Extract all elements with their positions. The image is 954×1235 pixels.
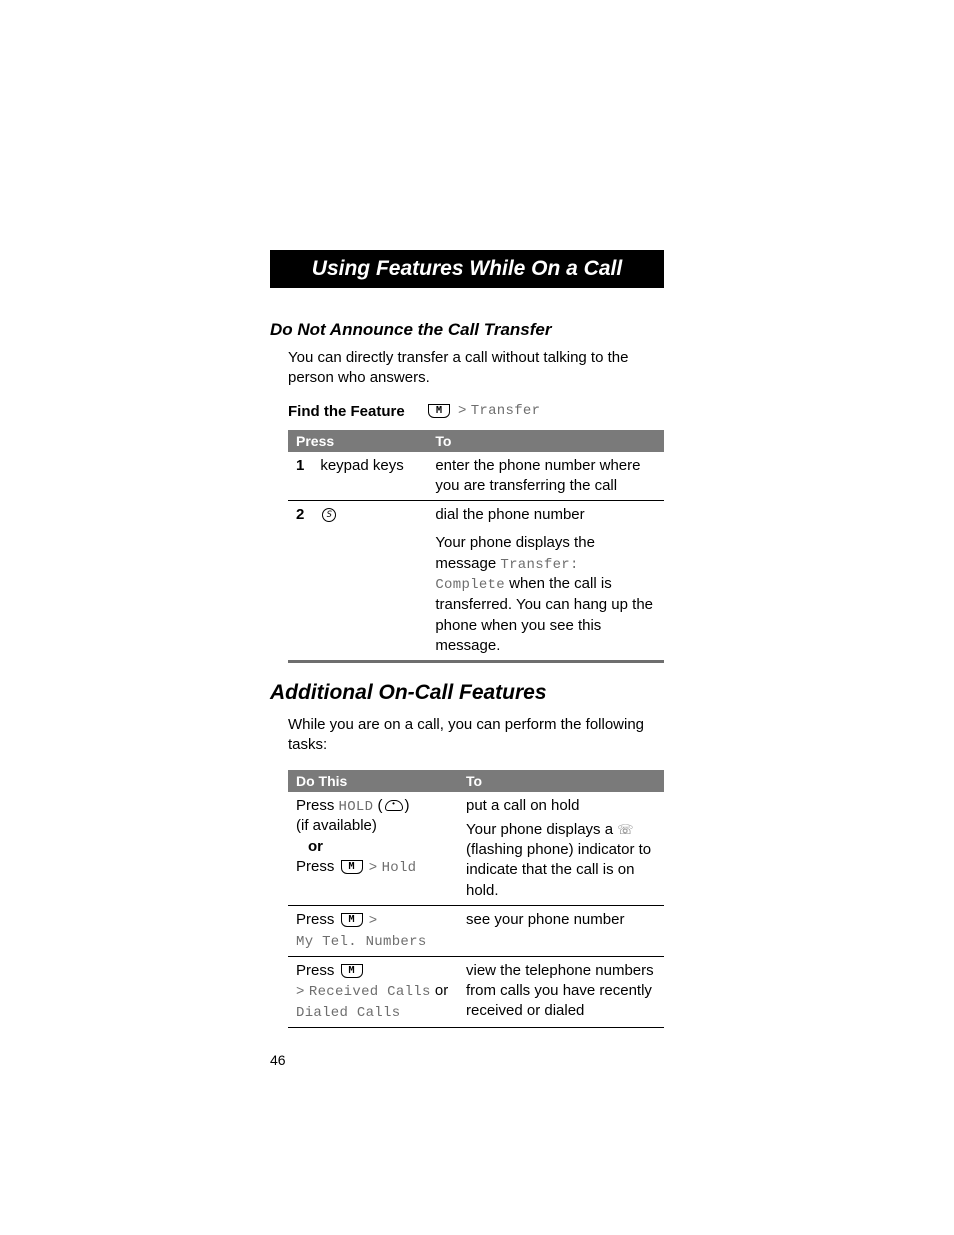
instruction-table-2: Do This To Press HOLD () (if available) … xyxy=(288,770,664,1028)
received-calls-label: Received Calls xyxy=(309,984,431,1000)
do-this-cell: Press HOLD () (if available) or Press M … xyxy=(288,792,458,906)
to-cell: see your phone number xyxy=(458,905,664,956)
menu-key-icon: M xyxy=(341,913,363,927)
step-number: 1 xyxy=(288,452,312,501)
to-cell: view the telephone numbers from calls yo… xyxy=(458,956,664,1027)
table-row: Press M > My Tel. Numbers see your phone… xyxy=(288,905,664,956)
or-inline-label: or xyxy=(431,982,449,999)
do-this-cell: Press M > My Tel. Numbers xyxy=(288,905,458,956)
or-label: or xyxy=(308,838,323,855)
my-tel-numbers-label: My Tel. Numbers xyxy=(296,934,427,950)
gt-symbol: > xyxy=(458,403,467,419)
flash-pre: Your phone displays a xyxy=(466,821,617,838)
col-header-to: To xyxy=(458,770,664,792)
gt-symbol: > xyxy=(369,860,378,876)
section-heading-additional: Additional On-Call Features xyxy=(270,681,664,705)
flash-post: (flashing phone) indicator to indicate t… xyxy=(466,841,651,899)
if-available-label: (if available) xyxy=(296,817,377,834)
col-header-to: To xyxy=(427,430,664,452)
page-title-bar: Using Features While On a Call xyxy=(270,250,664,288)
to-cell: enter the phone number where you are tra… xyxy=(427,452,664,501)
table-row: Your phone displays the message Transfer… xyxy=(288,529,664,661)
find-the-feature-row: Find the Feature M > Transfer xyxy=(288,403,664,420)
gt-symbol: > xyxy=(369,913,378,929)
hold-softkey-label: HOLD xyxy=(339,799,374,815)
feature-path-transfer: Transfer xyxy=(471,403,541,419)
page-number: 46 xyxy=(270,1052,664,1068)
table-row: Press HOLD () (if available) or Press M … xyxy=(288,792,664,906)
press-cell: S xyxy=(312,501,427,530)
do-this-cell: Press M > Received Calls or Dialed Calls xyxy=(288,956,458,1027)
put-on-hold-label: put a call on hold xyxy=(466,797,579,814)
press-label: Press xyxy=(296,962,339,979)
table-row: Press M > Received Calls or Dialed Calls… xyxy=(288,956,664,1027)
send-key-icon: S xyxy=(322,508,336,522)
press-label: Press xyxy=(296,797,339,814)
press-cell: keypad keys xyxy=(312,452,427,501)
to-cell-message: Your phone displays the message Transfer… xyxy=(427,529,664,661)
press-label: Press xyxy=(296,858,339,875)
intro-paragraph-1: You can directly transfer a call without… xyxy=(288,348,664,389)
instruction-table-1: Press To 1 keypad keys enter the phone n… xyxy=(288,430,664,664)
find-feature-label: Find the Feature xyxy=(288,403,426,420)
press-label: Press xyxy=(296,911,339,928)
table-row: 1 keypad keys enter the phone number whe… xyxy=(288,452,664,501)
menu-key-icon: M xyxy=(428,404,450,418)
soft-key-icon xyxy=(385,800,403,811)
menu-key-icon: M xyxy=(341,860,363,874)
subheading-no-announce: Do Not Announce the Call Transfer xyxy=(270,320,664,340)
gt-symbol: > xyxy=(296,984,305,1000)
table-row: 2 S dial the phone number xyxy=(288,501,664,530)
intro-paragraph-2: While you are on a call, you can perform… xyxy=(288,715,664,756)
to-cell: dial the phone number xyxy=(427,501,664,530)
col-header-press: Press xyxy=(288,430,427,452)
col-header-do-this: Do This xyxy=(288,770,458,792)
menu-key-icon: M xyxy=(341,964,363,978)
to-cell: put a call on hold Your phone displays a… xyxy=(458,792,664,906)
dialed-calls-label: Dialed Calls xyxy=(296,1005,400,1021)
step-number: 2 xyxy=(288,501,312,530)
hold-menu-label: Hold xyxy=(382,860,417,876)
flashing-phone-icon: ☏ xyxy=(617,822,633,837)
